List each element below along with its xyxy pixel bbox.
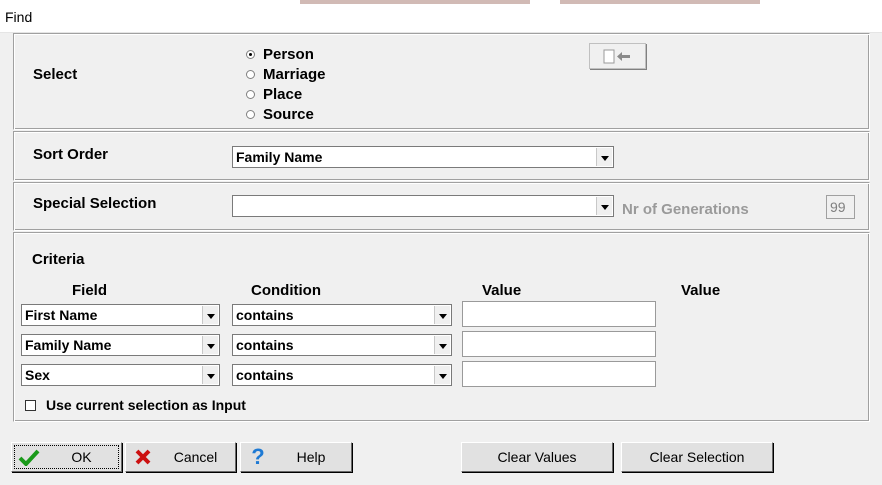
title-accent bbox=[300, 0, 530, 4]
help-icon: ? bbox=[251, 444, 265, 469]
field-dropdown[interactable]: Sex bbox=[21, 364, 220, 386]
chevron-down-icon[interactable] bbox=[434, 306, 450, 324]
exit-icon bbox=[603, 49, 630, 64]
ok-button[interactable]: OK bbox=[11, 442, 122, 472]
chevron-down-icon[interactable] bbox=[202, 336, 218, 354]
cancel-label: Cancel bbox=[173, 449, 218, 465]
clear-selection-button[interactable]: Clear Selection bbox=[621, 442, 773, 472]
ok-label: OK bbox=[71, 449, 92, 465]
select-label: Select bbox=[33, 66, 78, 83]
condition-value: contains bbox=[236, 367, 294, 383]
use-current-selection-label: Use current selection as Input bbox=[46, 397, 246, 413]
field-value: Sex bbox=[25, 367, 50, 383]
special-selection-dropdown[interactable] bbox=[232, 195, 614, 217]
field-dropdown[interactable]: Family Name bbox=[21, 334, 220, 356]
title-accent bbox=[560, 0, 760, 4]
sort-order-dropdown[interactable]: Family Name bbox=[232, 146, 614, 168]
sort-order-panel: Sort Order Family Name bbox=[13, 131, 870, 181]
chevron-down-icon[interactable] bbox=[434, 366, 450, 384]
field-header: Field bbox=[72, 282, 108, 299]
chevron-down-icon[interactable] bbox=[202, 306, 218, 324]
use-current-selection-checkbox[interactable]: Use current selection as Input bbox=[25, 397, 246, 413]
window-title: Find bbox=[5, 9, 33, 25]
radio-button[interactable] bbox=[246, 49, 255, 59]
clear-values-label: Clear Values bbox=[497, 449, 577, 465]
value-input[interactable] bbox=[462, 301, 656, 327]
condition-dropdown[interactable]: contains bbox=[232, 364, 452, 386]
criteria-panel: Criteria Field Condition Value Value Fir… bbox=[13, 232, 870, 422]
cancel-button[interactable]: Cancel bbox=[125, 442, 236, 472]
radio-place[interactable]: Place bbox=[246, 84, 302, 104]
close-icon bbox=[130, 448, 156, 466]
radio-label: Person bbox=[263, 45, 314, 63]
value-header: Value bbox=[482, 282, 522, 299]
title-bar: Find bbox=[0, 0, 882, 33]
help-button[interactable]: ? Help bbox=[240, 442, 352, 472]
field-value: First Name bbox=[25, 307, 98, 323]
radio-button[interactable] bbox=[246, 69, 255, 79]
radio-source[interactable]: Source bbox=[246, 104, 314, 124]
special-selection-label: Special Selection bbox=[33, 195, 157, 212]
field-dropdown[interactable]: First Name bbox=[21, 304, 220, 326]
generations-label: Nr of Generations bbox=[622, 201, 749, 218]
condition-value: contains bbox=[236, 337, 294, 353]
criteria-label: Criteria bbox=[32, 251, 85, 268]
condition-dropdown[interactable]: contains bbox=[232, 304, 452, 326]
clear-values-button[interactable]: Clear Values bbox=[461, 442, 613, 472]
sort-order-value: Family Name bbox=[236, 149, 323, 165]
checkbox-box[interactable] bbox=[25, 399, 36, 411]
condition-header: Condition bbox=[251, 282, 321, 299]
checkmark-icon bbox=[16, 448, 42, 466]
value-input[interactable] bbox=[462, 331, 656, 357]
radio-label: Source bbox=[263, 105, 314, 123]
condition-value: contains bbox=[236, 307, 294, 323]
help-label: Help bbox=[296, 449, 326, 465]
radio-person[interactable]: Person bbox=[246, 44, 314, 64]
field-value: Family Name bbox=[25, 337, 112, 353]
value-input[interactable] bbox=[462, 361, 656, 387]
value2-header: Value bbox=[681, 282, 721, 299]
condition-dropdown[interactable]: contains bbox=[232, 334, 452, 356]
chevron-down-icon[interactable] bbox=[596, 197, 612, 215]
radio-button[interactable] bbox=[246, 89, 255, 99]
exit-icon-button[interactable] bbox=[589, 43, 646, 69]
chevron-down-icon[interactable] bbox=[202, 366, 218, 384]
select-panel: Select Person Marriage Place Source bbox=[13, 33, 870, 130]
radio-button[interactable] bbox=[246, 109, 255, 119]
radio-label: Place bbox=[263, 85, 303, 103]
generations-field: 99 bbox=[826, 195, 855, 219]
radio-label: Marriage bbox=[263, 65, 326, 83]
sort-order-label: Sort Order bbox=[33, 146, 109, 163]
chevron-down-icon[interactable] bbox=[434, 336, 450, 354]
radio-marriage[interactable]: Marriage bbox=[246, 64, 326, 84]
clear-selection-label: Clear Selection bbox=[649, 449, 745, 465]
chevron-down-icon[interactable] bbox=[596, 148, 612, 166]
